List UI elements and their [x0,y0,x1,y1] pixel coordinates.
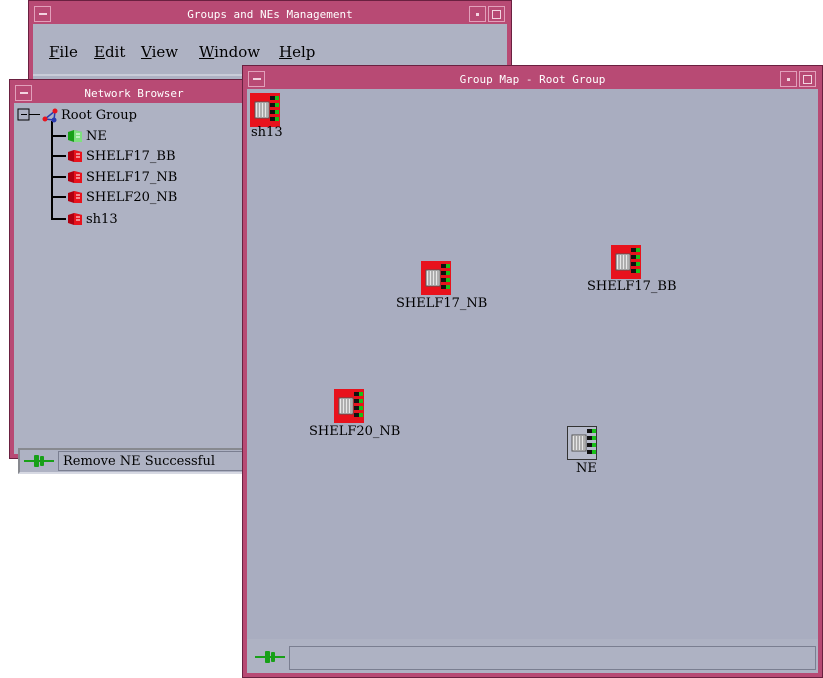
group-map-statusbar [247,643,818,673]
ne-alarm-icon [67,170,83,184]
map-node-ne[interactable] [567,426,601,460]
map-node-label: SHELF17_NB [396,296,488,311]
menu-file[interactable]: File [49,43,78,61]
menu-window[interactable]: Window [199,43,260,61]
tree-item-label: SHELF17_BB [86,148,176,164]
network-browser-statusbar: Remove NE Successful [18,448,248,474]
maximize-icon[interactable] [488,6,505,22]
tree-item-label: NE [86,128,107,144]
ne-ok-icon [67,129,83,143]
minimize-icon[interactable] [469,6,486,22]
menu-edit[interactable]: Edit [94,43,125,61]
tree-item-label: Root Group [61,107,137,123]
map-node-shelf20-nb[interactable] [334,389,368,423]
group-icon [42,108,58,123]
map-node-label: SHELF20_NB [309,424,401,439]
tree-item-label: SHELF20_NB [86,189,178,205]
main-window-titlebar[interactable]: Groups and NEs Management [33,5,507,24]
connection-plug-icon [24,455,54,467]
window-menu-icon[interactable] [15,85,32,101]
ne-ok-icon [567,426,597,460]
map-node-label: SHELF17_BB [587,279,677,294]
network-browser-title: Network Browser [84,87,184,100]
tree-item-shelf17-nb[interactable]: SHELF17_NB [67,168,177,186]
tree-item-label: sh13 [86,211,118,227]
group-map-titlebar[interactable]: Group Map - Root Group [247,70,818,89]
network-browser-window: Network Browser Root Group NE SHELF17_BB… [9,79,259,474]
menu-view[interactable]: View [141,43,178,61]
tree-lines [17,108,66,220]
group-map-canvas[interactable]: sh13 SHELF17_NB SHELF17_BB SHELF20_NB NE [247,89,818,639]
tree-item-root-group[interactable]: Root Group [42,106,137,124]
network-browser-content: Root Group NE SHELF17_BB SHELF17_NB SHEL… [14,103,254,474]
tree-item-sh13[interactable]: sh13 [67,210,118,228]
status-message: Remove NE Successful [58,451,244,471]
ne-alarm-icon [67,149,83,163]
tree-item-shelf20-nb[interactable]: SHELF20_NB [67,188,177,206]
tree-item-shelf17-bb[interactable]: SHELF17_BB [67,147,176,165]
ne-alarm-icon [421,261,451,295]
ne-alarm-icon [611,245,641,279]
map-node-shelf17-nb[interactable] [421,261,455,295]
map-node-shelf17-bb[interactable] [611,245,645,279]
status-message [289,646,816,670]
network-browser-titlebar[interactable]: Network Browser [14,84,254,103]
ne-alarm-icon [334,389,364,423]
minimize-icon[interactable] [780,71,797,87]
tree-item-ne[interactable]: NE [67,127,107,145]
map-node-label: sh13 [251,125,283,140]
map-node-sh13[interactable] [250,93,284,127]
maximize-icon[interactable] [799,71,816,87]
ne-alarm-icon [250,93,280,127]
network-tree: Root Group NE SHELF17_BB SHELF17_NB SHEL… [14,103,254,403]
tree-item-label: SHELF17_NB [86,169,178,185]
ne-alarm-icon [67,190,83,204]
window-menu-icon[interactable] [34,6,51,22]
window-menu-icon[interactable] [248,71,265,87]
connection-plug-icon [255,651,285,663]
group-map-title: Group Map - Root Group [459,73,606,86]
ne-alarm-icon [67,212,83,226]
main-window-title: Groups and NEs Management [187,8,353,21]
map-node-label: NE [576,461,597,476]
menu-help[interactable]: Help [279,43,315,61]
group-map-window: Group Map - Root Group sh13 SHELF17_NB S… [242,65,823,678]
